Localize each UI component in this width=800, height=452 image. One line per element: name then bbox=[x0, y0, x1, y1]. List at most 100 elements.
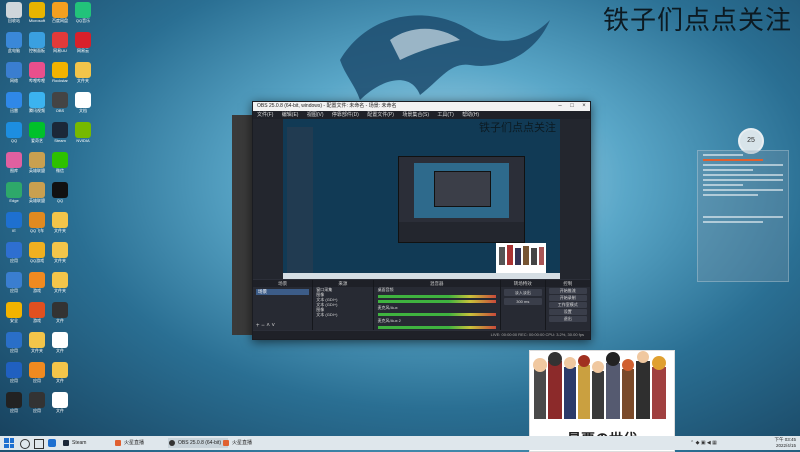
desktop-icon[interactable]: Rockstar bbox=[48, 62, 72, 90]
desktop-icon[interactable]: OBS bbox=[48, 92, 72, 120]
desktop-icon[interactable]: 微信 bbox=[48, 152, 72, 180]
taskbar-item-steam[interactable]: Steam bbox=[62, 438, 120, 448]
menu-tools[interactable]: 工具(T) bbox=[437, 112, 453, 118]
desktop-icon[interactable]: 此电脑 bbox=[2, 32, 26, 60]
desktop-icon[interactable]: IE bbox=[2, 212, 26, 240]
desktop-icon[interactable]: 游戏 bbox=[25, 302, 49, 330]
desktop-icon[interactable]: 应用 bbox=[2, 362, 26, 390]
desktop-icon[interactable]: 安全 bbox=[2, 302, 26, 330]
transition-select[interactable]: 淡入淡出 bbox=[504, 289, 542, 296]
scene-item[interactable]: 场景 bbox=[256, 289, 310, 295]
sources-list[interactable]: 窗口采集 图像 文本 (GDI+) 文本 (GDI+) 图像 文本 (GDI+) bbox=[313, 287, 372, 317]
transition-duration[interactable]: 300 ms bbox=[504, 298, 542, 305]
obs-titlebar[interactable]: OBS 25.0.8 (64-bit, windows) - 配置文件: 未命名… bbox=[253, 102, 590, 111]
desktop-icon[interactable]: 回收站 bbox=[2, 2, 26, 30]
exit-button[interactable]: 退出 bbox=[548, 316, 587, 322]
desktop-icon[interactable]: 应用 bbox=[2, 332, 26, 360]
desktop-icon[interactable]: 文件夹 bbox=[71, 62, 95, 90]
desktop-icon[interactable]: 应用 bbox=[2, 392, 26, 420]
menu-file[interactable]: 文件(F) bbox=[257, 112, 273, 118]
desktop-icon[interactable]: QQ bbox=[48, 182, 72, 210]
taskbar-item-label: OBS 25.0.8 (64-bit) bbox=[178, 440, 222, 446]
desktop-icon[interactable]: 英雄联盟 bbox=[25, 152, 49, 180]
desktop-icon[interactable]: 百度网盘 bbox=[48, 2, 72, 30]
system-tray-icons[interactable]: ⌃ ◆ ▣ ◀ ▦ bbox=[690, 440, 717, 446]
desktop-icon[interactable]: 网易云 bbox=[71, 32, 95, 60]
menu-view[interactable]: 视图(V) bbox=[307, 112, 324, 118]
studio-mode-button[interactable]: 工作室模式 bbox=[548, 302, 587, 308]
desktop-icon[interactable] bbox=[71, 272, 95, 300]
menu-help[interactable]: 帮助(H) bbox=[462, 112, 479, 118]
notification-widget-panel[interactable] bbox=[697, 150, 789, 282]
obs-window[interactable]: OBS 25.0.8 (64-bit, windows) - 配置文件: 未命名… bbox=[252, 101, 591, 340]
wallpaper-dragon-art bbox=[340, 15, 550, 100]
desktop-icon[interactable] bbox=[71, 212, 95, 240]
desktop-icon[interactable]: 腾讯视频 bbox=[25, 92, 49, 120]
obs-preview[interactable]: 铁子们点点关注 bbox=[283, 119, 560, 279]
desktop-icon[interactable]: 文件夹 bbox=[48, 272, 72, 300]
desktop-icon[interactable]: Edge bbox=[2, 182, 26, 210]
background-app-window[interactable] bbox=[232, 115, 252, 335]
desktop-icon[interactable] bbox=[71, 242, 95, 270]
menu-docks[interactable]: 停靠部件(D) bbox=[332, 112, 359, 118]
desktop-icon[interactable]: QQ bbox=[2, 122, 26, 150]
desktop-icon[interactable] bbox=[71, 332, 95, 360]
desktop-icon[interactable] bbox=[71, 182, 95, 210]
start-menu-icon[interactable] bbox=[4, 438, 14, 448]
taskbar-clock[interactable]: 下午 03:45 2022/4/15 bbox=[774, 437, 796, 449]
desktop-icon[interactable]: 哔哩哔哩 bbox=[25, 62, 49, 90]
desktop-icon[interactable]: 英雄联盟 bbox=[25, 182, 49, 210]
desktop-icon[interactable]: QQ飞车 bbox=[25, 212, 49, 240]
taskbar-item-app[interactable]: 火星直播 bbox=[222, 438, 282, 448]
minimize-icon[interactable]: – bbox=[554, 102, 566, 111]
app-icon bbox=[52, 242, 68, 258]
app-icon bbox=[52, 92, 68, 108]
settings-button[interactable]: 设置 bbox=[548, 309, 587, 315]
desktop-icon[interactable]: 游戏 bbox=[25, 272, 49, 300]
desktop-icon[interactable]: 文件 bbox=[48, 302, 72, 330]
search-icon[interactable] bbox=[20, 439, 30, 449]
desktop-icon[interactable] bbox=[71, 152, 95, 180]
menu-scene-collection[interactable]: 场景集合(S) bbox=[402, 112, 429, 118]
desktop-icon[interactable]: 文件 bbox=[48, 362, 72, 390]
desktop-icon[interactable]: 图库 bbox=[2, 152, 26, 180]
desktop-icon[interactable]: NVIDIA bbox=[71, 122, 95, 150]
desktop-icon[interactable]: 文件 bbox=[48, 332, 72, 360]
desktop-icon[interactable] bbox=[71, 362, 95, 390]
maximize-icon[interactable]: □ bbox=[566, 102, 578, 111]
desktop-icon[interactable]: Microsoft bbox=[25, 2, 49, 30]
desktop-icon[interactable]: 文件夹 bbox=[48, 242, 72, 270]
app-icon bbox=[52, 62, 68, 78]
desktop-icon[interactable]: 迅雷 bbox=[2, 92, 26, 120]
desktop-icon[interactable]: 网络 bbox=[2, 62, 26, 90]
desktop-icon-label: Edge bbox=[9, 198, 19, 203]
edge-icon[interactable] bbox=[48, 439, 56, 447]
scene-add-remove-icons[interactable]: + − ˄ ˅ bbox=[256, 323, 275, 329]
desktop-icon[interactable] bbox=[71, 302, 95, 330]
desktop-icon[interactable]: 应用 bbox=[25, 392, 49, 420]
desktop-icon[interactable]: 文件夹 bbox=[48, 212, 72, 240]
close-icon[interactable]: × bbox=[578, 102, 590, 111]
desktop-icon[interactable]: 文档 bbox=[71, 92, 95, 120]
taskbar-item-obs[interactable]: OBS 25.0.8 (64-bit) bbox=[168, 438, 228, 448]
taskbar-item-app[interactable]: 火星直播 bbox=[114, 438, 174, 448]
menu-edit[interactable]: 编辑(E) bbox=[282, 112, 299, 118]
desktop-icon[interactable]: 文件夹 bbox=[25, 332, 49, 360]
desktop-icon[interactable]: 文件 bbox=[48, 392, 72, 420]
desktop-icon[interactable]: 应用 bbox=[2, 272, 26, 300]
app-icon bbox=[75, 2, 91, 18]
start-streaming-button[interactable]: 开始推流 bbox=[548, 288, 587, 294]
desktop-icon[interactable]: 应用 bbox=[25, 362, 49, 390]
desktop-icon[interactable]: 爱奇艺 bbox=[25, 122, 49, 150]
desktop-icon[interactable]: 控制面板 bbox=[25, 32, 49, 60]
start-recording-button[interactable]: 开始录制 bbox=[548, 295, 587, 301]
desktop-icon[interactable]: QQ音乐 bbox=[71, 2, 95, 30]
task-view-icon[interactable] bbox=[34, 439, 44, 449]
desktop-icon[interactable]: 应用 bbox=[2, 242, 26, 270]
desktop-icon[interactable]: Steam bbox=[48, 122, 72, 150]
desktop-icon-label: 此电脑 bbox=[8, 48, 20, 53]
desktop-icon[interactable]: QQ游戏 bbox=[25, 242, 49, 270]
menu-profile[interactable]: 配置文件(P) bbox=[367, 112, 394, 118]
source-item[interactable]: 文本 (GDI+) bbox=[316, 312, 372, 317]
desktop-icon[interactable]: 网易UU bbox=[48, 32, 72, 60]
